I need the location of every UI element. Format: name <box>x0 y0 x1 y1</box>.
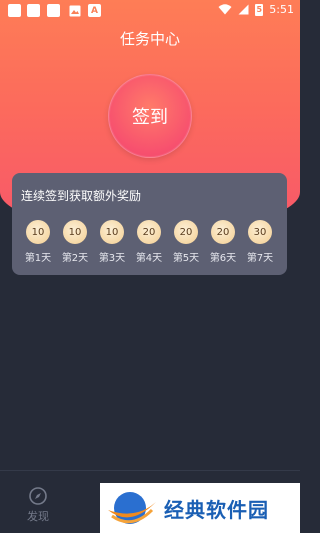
notification-icon <box>8 4 21 17</box>
notification-icon <box>47 4 60 17</box>
day-label: 第1天 <box>24 253 52 264</box>
status-bar: A 5 5:51 <box>0 0 300 22</box>
signin-button[interactable]: 签到 <box>108 74 192 158</box>
nav-item-discover[interactable]: 发现 <box>26 486 50 524</box>
notification-icon <box>27 4 40 17</box>
coin-reward: 10 <box>100 220 124 244</box>
bottom-nav-divider <box>0 470 300 471</box>
coin-reward: 20 <box>211 220 235 244</box>
streak-bonus-card: 连续签到获取额外奖励 10 第1天 10 第2天 10 第3天 20 第4天 2… <box>12 173 287 275</box>
day-label: 第5天 <box>172 253 200 264</box>
streak-day-1: 10 第1天 <box>24 220 52 264</box>
streak-day-6: 20 第6天 <box>209 220 237 264</box>
streak-day-5: 20 第5天 <box>172 220 200 264</box>
battery-icon: 5 <box>255 3 264 16</box>
coin-reward: 20 <box>137 220 161 244</box>
day-label: 第6天 <box>209 253 237 264</box>
coin-reward: 30 <box>248 220 272 244</box>
compass-icon <box>29 487 47 505</box>
image-icon <box>68 4 81 17</box>
day-label: 第4天 <box>135 253 163 264</box>
watermark-text: 经典软件园 <box>164 497 269 522</box>
status-time: 5:51 <box>269 3 294 16</box>
signal-icon <box>238 4 249 15</box>
wifi-icon <box>218 4 232 15</box>
coin-reward: 20 <box>174 220 198 244</box>
day-label: 第2天 <box>61 253 89 264</box>
coin-reward: 10 <box>26 220 50 244</box>
day-label: 第7天 <box>246 253 274 264</box>
streak-day-4: 20 第4天 <box>135 220 163 264</box>
coin-reward: 10 <box>63 220 87 244</box>
streak-bonus-title: 连续签到获取额外奖励 <box>21 189 142 203</box>
page-title: 任务中心 <box>119 30 180 48</box>
watermark-logo-icon <box>108 492 156 524</box>
day-label: 第3天 <box>98 253 126 264</box>
watermark: 经典软件园 <box>100 483 300 533</box>
letter-a-icon: A <box>88 4 101 17</box>
signin-label: 签到 <box>132 107 168 128</box>
streak-day-2: 10 第2天 <box>61 220 89 264</box>
streak-day-7: 30 第7天 <box>246 220 274 264</box>
streak-days: 10 第1天 10 第2天 10 第3天 20 第4天 20 第5天 20 第6… <box>24 220 274 264</box>
nav-discover-label: 发现 <box>27 510 49 523</box>
streak-day-3: 10 第3天 <box>98 220 126 264</box>
